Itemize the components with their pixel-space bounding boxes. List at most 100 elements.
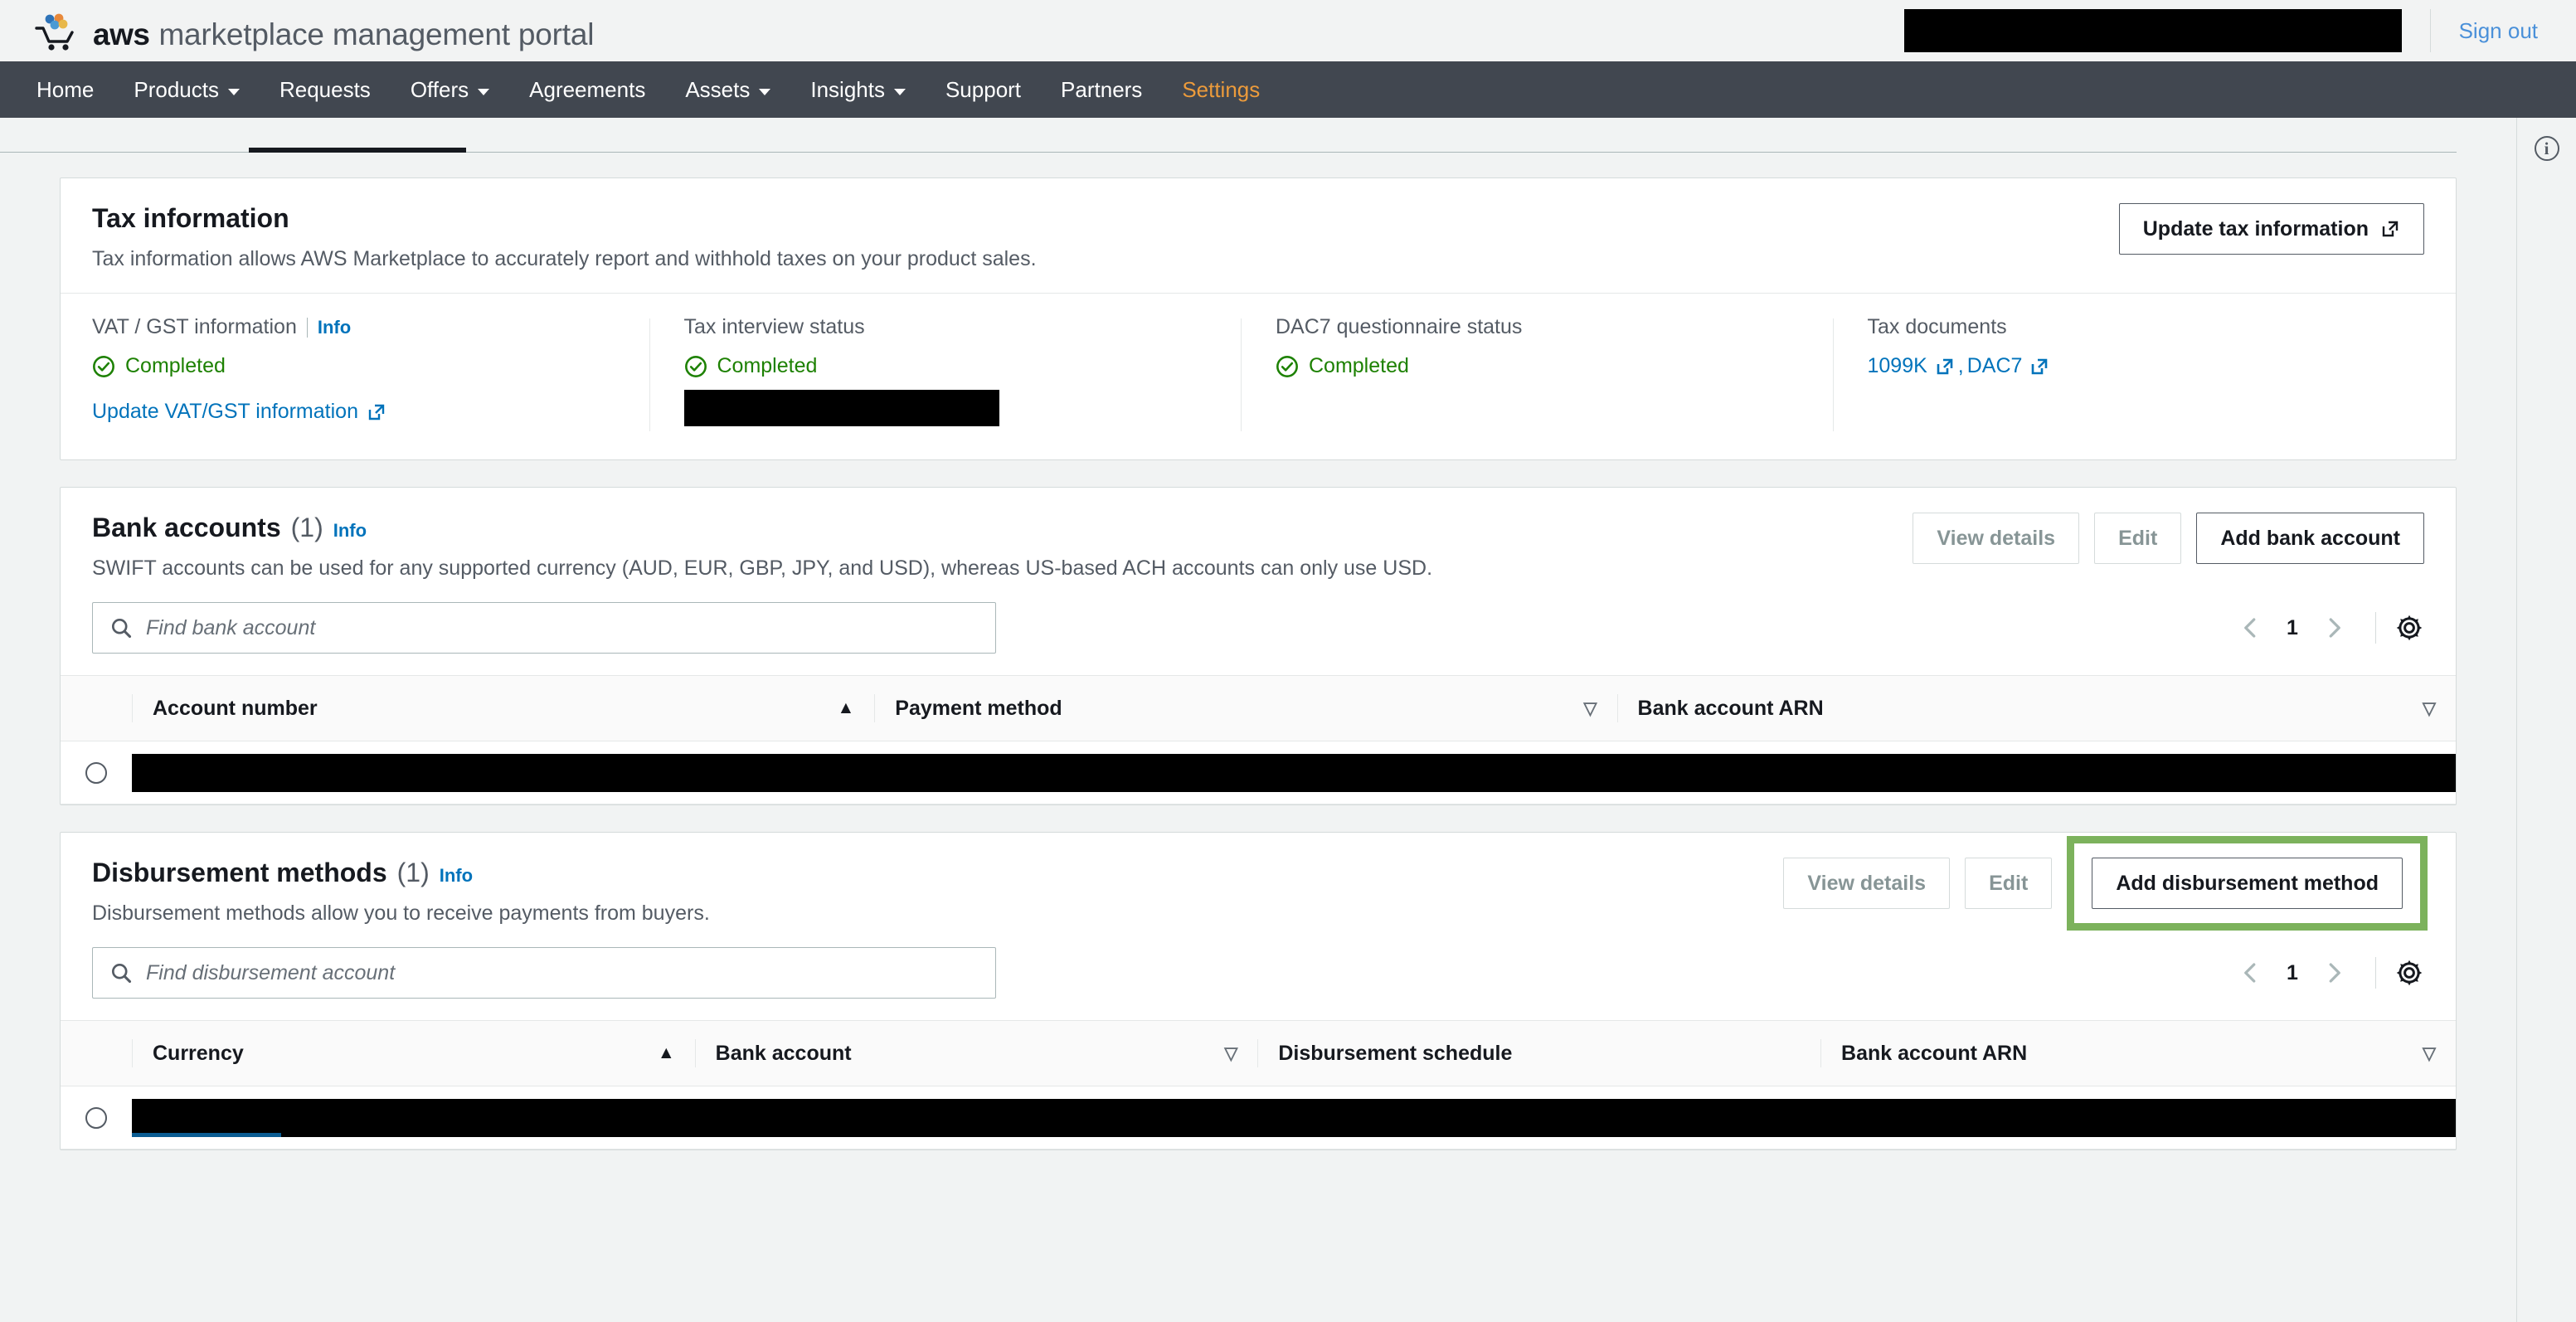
bank-accounts-title: Bank accounts	[92, 513, 281, 542]
bank-column-label-account-arn: Bank account ARN	[1637, 696, 1824, 720]
nav-item-agreements[interactable]: Agreements	[509, 61, 665, 118]
bank-accounts-table: Account number ▲ Payment method ▽ Bank a…	[61, 675, 2456, 804]
account-name-redacted	[1903, 9, 2402, 52]
nav-item-offers[interactable]: Offers	[391, 61, 509, 118]
bank-search-box[interactable]	[92, 602, 996, 654]
nav-label-products: Products	[134, 76, 219, 102]
vat-status-text: Completed	[125, 354, 226, 377]
interview-status-text: Completed	[717, 354, 818, 377]
nav-item-support[interactable]: Support	[926, 61, 1041, 118]
tax-card-header-text: Tax information Tax information allows A…	[92, 203, 2119, 271]
disbursement-edit-label: Edit	[1989, 871, 2029, 895]
disbursement-view-details-button[interactable]: View details	[1783, 858, 1951, 909]
nav-item-insights[interactable]: Insights	[790, 61, 926, 118]
nav-label-offers: Offers	[410, 76, 469, 102]
disbursement-column-currency[interactable]: Currency ▲	[132, 1020, 695, 1086]
disbursement-column-account-arn[interactable]: Bank account ARN ▽	[1820, 1020, 2456, 1086]
nav-item-requests[interactable]: Requests	[260, 61, 391, 118]
disbursement-row-redacted-cell	[132, 1086, 2456, 1149]
disbursement-column-label-schedule: Disbursement schedule	[1278, 1041, 1513, 1065]
gear-icon[interactable]	[2394, 613, 2424, 643]
chevron-down-icon	[227, 89, 240, 95]
tax-document-link-dac7[interactable]: DAC7	[1967, 354, 2050, 378]
top-bar-right: Sign out	[1903, 0, 2538, 61]
disbursement-page-next-button[interactable]	[2311, 950, 2357, 996]
bank-column-payment-method[interactable]: Payment method ▽	[874, 675, 1617, 741]
disbursement-page-number[interactable]: 1	[2274, 961, 2311, 985]
add-disbursement-method-button[interactable]: Add disbursement method	[2092, 858, 2403, 909]
bank-page-next-button[interactable]	[2311, 605, 2357, 651]
tax-column-documents: Tax documents 1099K , DAC7	[1832, 315, 2425, 431]
update-tax-information-button[interactable]: Update tax information	[2118, 203, 2424, 255]
doc-link-separator: ,	[1957, 354, 1964, 377]
vat-status-row: Completed	[92, 354, 616, 378]
external-link-icon	[1937, 358, 1953, 374]
bank-accounts-info-link[interactable]: Info	[333, 520, 367, 542]
bank-view-details-button[interactable]: View details	[1913, 513, 2080, 564]
dac7-status-row: Completed	[1276, 354, 1800, 378]
nav-item-products[interactable]: Products	[114, 61, 260, 118]
disbursement-methods-table: Currency ▲ Bank account ▽ Disbursement s…	[61, 1020, 2456, 1149]
bank-page-prev-button[interactable]	[2228, 605, 2274, 651]
disbursement-column-bank-account[interactable]: Bank account ▽	[694, 1020, 1258, 1086]
add-bank-account-button[interactable]: Add bank account	[2196, 513, 2424, 564]
active-tab-indicator	[249, 148, 466, 153]
gear-icon[interactable]	[2394, 958, 2424, 988]
search-icon	[111, 618, 132, 639]
bank-card-description: SWIFT accounts can be used for any suppo…	[92, 557, 1433, 580]
dac7-status-text: Completed	[1309, 354, 1409, 377]
check-circle-icon	[1276, 355, 1298, 377]
nav-label-support: Support	[945, 76, 1022, 102]
disbursement-view-details-label: View details	[1807, 871, 1927, 895]
page-title: Tax information	[92, 203, 289, 233]
brand-logo-group[interactable]: aws marketplace management portal	[35, 12, 594, 51]
tax-document-link-1099k[interactable]: 1099K	[1868, 354, 1955, 378]
aws-marketplace-cart-icon	[35, 13, 74, 51]
row-radio-button[interactable]	[85, 1106, 107, 1129]
nav-item-home[interactable]: Home	[17, 61, 114, 118]
disbursement-row-redacted-content	[281, 1098, 2456, 1137]
nav-label-settings: Settings	[1182, 76, 1261, 102]
sort-ascending-icon: ▲	[657, 1043, 675, 1062]
bank-column-account-arn[interactable]: Bank account ARN ▽	[1616, 675, 2456, 741]
disbursement-table-body	[61, 1086, 2456, 1149]
chevron-left-icon	[2244, 618, 2256, 638]
sign-out-link[interactable]: Sign out	[2459, 18, 2538, 44]
find-bank-account-input[interactable]	[146, 615, 979, 640]
bank-row-select-cell[interactable]	[61, 741, 132, 804]
bank-page-number[interactable]: 1	[2274, 616, 2311, 640]
disbursement-search-box[interactable]	[92, 947, 996, 999]
bank-accounts-count: (1)	[290, 513, 323, 542]
bank-column-account-number[interactable]: Account number ▲	[132, 675, 875, 741]
find-disbursement-account-input[interactable]	[146, 960, 979, 985]
nav-item-partners[interactable]: Partners	[1041, 61, 1162, 118]
update-vat-gst-link[interactable]: Update VAT/GST information	[92, 400, 386, 424]
disbursement-column-label-account-arn: Bank account ARN	[1841, 1041, 2028, 1065]
bank-pagination: 1	[2228, 605, 2424, 651]
top-bar-divider	[2429, 9, 2431, 52]
row-radio-button[interactable]	[85, 761, 107, 784]
disbursement-column-label-bank-account: Bank account	[715, 1041, 852, 1065]
vat-gst-label: VAT / GST information	[92, 315, 297, 338]
external-link-icon	[2032, 358, 2048, 374]
bank-accounts-card: Bank accounts (1) Info SWIFT accounts ca…	[60, 487, 2457, 805]
vat-info-link[interactable]: Info	[318, 317, 351, 338]
update-tax-information-label: Update tax information	[2142, 216, 2369, 241]
sort-descending-icon: ▽	[2422, 698, 2436, 718]
bank-edit-button[interactable]: Edit	[2094, 513, 2182, 564]
disbursement-row-select-cell[interactable]	[61, 1086, 132, 1149]
info-circle-icon[interactable]: i	[2534, 136, 2559, 161]
nav-item-settings[interactable]: Settings	[1162, 61, 1280, 118]
disbursement-column-schedule[interactable]: Disbursement schedule	[1257, 1020, 1821, 1086]
disbursement-info-link[interactable]: Info	[440, 865, 473, 887]
disbursement-page-prev-button[interactable]	[2228, 950, 2274, 996]
sort-descending-icon: ▽	[2422, 1043, 2436, 1063]
external-link-icon	[368, 404, 385, 420]
tax-column-label-documents: Tax documents	[1868, 315, 2392, 339]
nav-item-assets[interactable]: Assets	[665, 61, 790, 118]
table-row[interactable]	[61, 1086, 2456, 1149]
table-row[interactable]	[61, 741, 2456, 804]
tax-information-card: Tax information Tax information allows A…	[60, 177, 2457, 460]
disbursement-card-actions: View details Edit Add disbursement metho…	[1783, 836, 2428, 931]
disbursement-edit-button[interactable]: Edit	[1965, 858, 2053, 909]
